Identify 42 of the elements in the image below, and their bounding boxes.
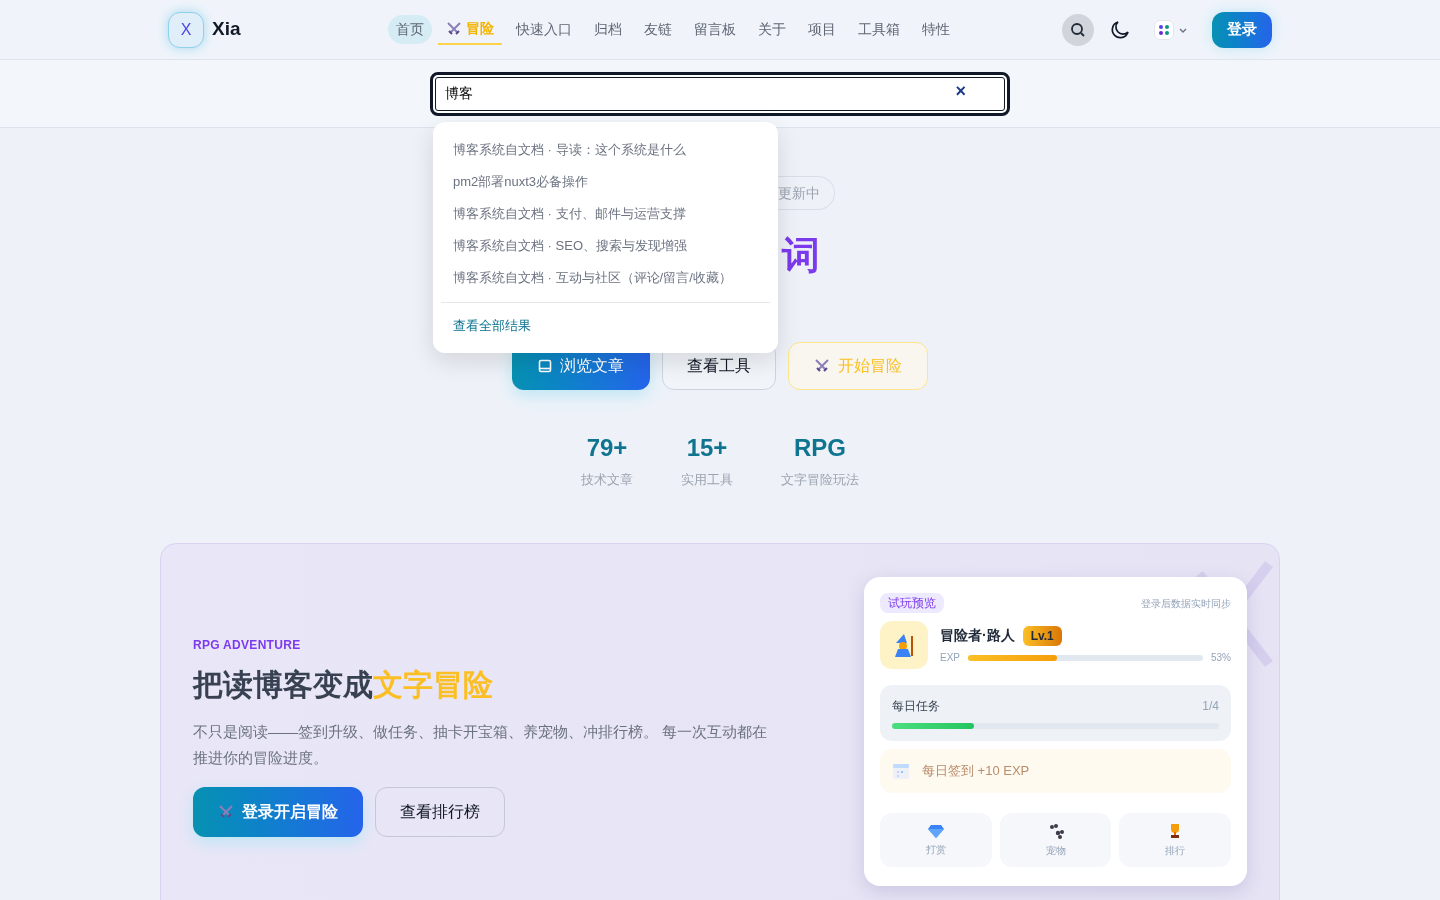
exp-label: EXP	[940, 651, 960, 665]
preview-tag: 试玩预览	[880, 593, 944, 613]
search-result[interactable]: 博客系统自文档 · 互动与社区（评论/留言/收藏）	[441, 262, 770, 294]
checkin-button[interactable]: 每日签到 +10 EXP	[880, 749, 1231, 793]
adventure-title: 把读博客变成文字冒险	[193, 667, 494, 703]
tile-label: 宠物	[1045, 843, 1066, 858]
brand-name[interactable]: Xia	[212, 15, 241, 44]
login-button[interactable]: 登录	[1212, 11, 1272, 48]
player-name: 冒险者·路人	[940, 626, 1015, 645]
nav-link[interactable]: 项目	[800, 15, 844, 44]
eyebrow-text: RPG ADVENTURE	[193, 637, 302, 654]
nav-link[interactable]: 留言板	[686, 15, 744, 44]
nav-link[interactable]: 特性	[914, 15, 958, 44]
nav-link[interactable]: 关于	[750, 15, 794, 44]
level-badge: Lv.1	[1022, 625, 1062, 646]
search-result[interactable]: 博客系统自文档 · 导读：这个系统是什么	[441, 134, 770, 166]
search-result[interactable]: 博客系统自文档 · SEO、搜索与发现增强	[441, 230, 770, 262]
nav-link[interactable]: 首页	[388, 15, 432, 44]
exp-reading: 53%	[1211, 651, 1231, 665]
adventure-button[interactable]: 查看排行榜	[375, 787, 505, 837]
sync-note: 登录后数据实时同步	[1141, 596, 1231, 611]
task-title: 每日任务	[892, 698, 940, 715]
nav-link[interactable]: 工具箱	[850, 15, 908, 44]
view-all-link[interactable]: 查看全部结果	[441, 311, 770, 341]
stat-value: RPG	[794, 433, 846, 463]
task-count: 1/4	[1202, 698, 1219, 715]
adventure-button[interactable]: 登录开启冒险	[193, 787, 363, 837]
logo-icon[interactable]: X	[168, 11, 204, 48]
stat-label: 文字冒险玩法	[781, 471, 859, 489]
hero-title: 词	[782, 236, 820, 274]
clear-button[interactable]: ×	[955, 81, 966, 100]
adventure-description: 不只是阅读——签到升级、做任务、抽卡开宝箱、养宠物、冲排行榜。 每一次互动都在推进你的冒险进度。	[193, 722, 769, 768]
nav-link[interactable]: 归档	[586, 15, 630, 44]
nav-link[interactable]: 友链	[636, 15, 680, 44]
stat-label: 实用工具	[681, 471, 733, 489]
tile-label: 排行	[1165, 843, 1186, 858]
nav-link[interactable]: 快速入口	[508, 15, 580, 44]
stat-value: 15+	[686, 433, 728, 463]
stat-value: 79+	[586, 433, 628, 463]
stat-label: 技术文章	[581, 471, 633, 489]
tile-label: 打赏	[925, 842, 946, 857]
checkin-label: 每日签到 +10 EXP	[922, 762, 1030, 781]
